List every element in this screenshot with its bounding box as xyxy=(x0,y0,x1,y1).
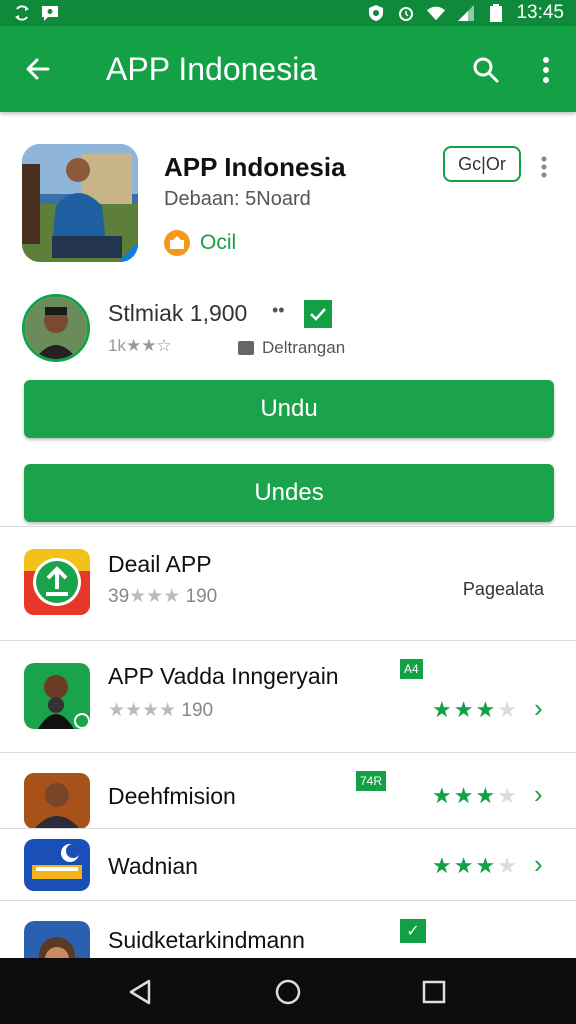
app-icon-item xyxy=(24,663,90,729)
list-item-title: Suidketarkindmann xyxy=(108,927,305,953)
status-right: 13:45 xyxy=(366,2,564,24)
list-item[interactable]: Wadnian ★★★★ › xyxy=(0,828,576,900)
rating-stars: ★★★★ xyxy=(432,783,519,809)
home-circle-icon xyxy=(275,979,301,1005)
list-item-tag: A4 xyxy=(400,659,423,679)
rating-stars: ★★★★ xyxy=(432,853,519,879)
nav-recents-button[interactable] xyxy=(414,972,454,1012)
recents-square-icon xyxy=(422,980,446,1004)
secondary-button[interactable]: Undes xyxy=(24,464,554,522)
app-bar: APP Indonesia xyxy=(0,26,576,112)
star-filled-icon: ★ xyxy=(475,783,498,808)
avatar[interactable] xyxy=(22,294,90,362)
chevron-right-icon[interactable]: › xyxy=(534,779,543,810)
list-item-title: APP Vadda Inngeryain xyxy=(108,663,339,689)
star-filled-icon: ★ xyxy=(453,853,476,878)
star-filled-icon: ★ xyxy=(453,783,476,808)
back-triangle-icon xyxy=(129,979,151,1005)
star-empty-icon: ★ xyxy=(497,783,519,808)
app-icon[interactable] xyxy=(22,144,138,262)
list-item-tag: ✓ xyxy=(400,919,426,943)
star-filled-icon: ★ xyxy=(475,853,498,878)
list-item[interactable]: Deehfmision 74R ★★★★ › xyxy=(0,752,576,829)
badge-row: Ocil xyxy=(164,230,236,256)
list-item-title: Wadnian xyxy=(108,853,198,879)
chevron-right-icon[interactable]: › xyxy=(534,849,543,880)
developer-separator: •• xyxy=(272,300,285,320)
header-action-button[interactable]: Gc|Or xyxy=(443,146,521,182)
header-more-button[interactable] xyxy=(534,150,554,184)
more-vert-icon xyxy=(541,156,547,178)
alarm-icon xyxy=(396,4,416,22)
app-name: APP Indonesia xyxy=(164,152,346,182)
badge-text: Ocil xyxy=(200,231,237,254)
status-time: 13:45 xyxy=(516,2,564,23)
search-button[interactable] xyxy=(464,48,508,92)
developer-stars: 1k★★☆ xyxy=(108,336,172,355)
download-button[interactable]: Undu xyxy=(24,380,554,438)
star-empty-icon: ★ xyxy=(497,697,519,722)
app-icon-item xyxy=(24,773,90,829)
app-icon-item xyxy=(24,921,90,958)
battery-icon xyxy=(486,4,506,22)
developer-row: Stlmiak 1,900 •• 1k★★☆ Deltrangan xyxy=(0,290,576,366)
list-item-title: Deail APP xyxy=(108,551,212,577)
award-icon xyxy=(164,230,190,256)
star-filled-icon: ★ xyxy=(453,697,476,722)
list-item[interactable]: APP Vadda Inngeryain ★★★★ 190 A4 ★★★★ › xyxy=(0,640,576,752)
chevron-right-icon[interactable]: › xyxy=(534,693,543,724)
list-item-action-text[interactable]: Pagealata xyxy=(463,579,544,600)
star-filled-icon: ★ xyxy=(432,853,454,878)
app-list: Deail APP 39★★★ 190 Pagealata APP Vadda … xyxy=(0,526,576,958)
chat-icon xyxy=(40,4,60,22)
list-item-tag: 74R xyxy=(356,771,387,791)
arrow-left-icon xyxy=(26,58,50,80)
status-bar: 13:45 xyxy=(0,0,576,26)
status-left xyxy=(12,4,60,22)
app-bar-title: APP Indonesia xyxy=(106,50,318,87)
star-filled-icon: ★ xyxy=(475,697,498,722)
star-filled-icon: ★ xyxy=(432,783,454,808)
list-item-subtitle: ★★★★ 190 xyxy=(108,700,214,721)
comment-icon xyxy=(238,341,254,355)
developer-name: Stlmiak 1,900 xyxy=(108,300,248,326)
list-item[interactable]: Deail APP 39★★★ 190 Pagealata xyxy=(0,526,576,640)
shield-icon xyxy=(366,4,386,22)
list-item[interactable]: Suidketarkindmann ✓ ★★★★ xyxy=(0,900,576,958)
navigation-bar xyxy=(0,958,576,1024)
signal-icon xyxy=(456,4,476,22)
overflow-menu-button[interactable] xyxy=(526,48,566,92)
nav-home-button[interactable] xyxy=(268,972,308,1012)
star-filled-icon: ★ xyxy=(432,697,454,722)
wifi-icon xyxy=(426,4,446,22)
more-vert-icon xyxy=(543,57,549,83)
app-icon-item xyxy=(24,839,90,891)
list-item-subtitle: 39★★★ 190 xyxy=(108,586,218,607)
download-app-icon xyxy=(24,549,90,615)
sync-icon xyxy=(12,4,32,22)
developer-comment[interactable]: Deltrangan xyxy=(238,338,345,358)
back-button[interactable] xyxy=(0,26,76,112)
search-icon xyxy=(473,57,499,83)
list-item-title: Deehfmision xyxy=(108,783,236,809)
star-empty-icon: ★ xyxy=(497,853,519,878)
nav-back-button[interactable] xyxy=(120,972,160,1012)
verified-check[interactable] xyxy=(304,300,332,328)
check-icon xyxy=(310,308,326,321)
rating-stars: ★★★★ xyxy=(432,697,519,723)
app-header-card: APP Indonesia Debaan: 5Noard Ocil Gc|Or xyxy=(0,126,576,286)
app-subtitle: Debaan: 5Noard xyxy=(164,188,311,210)
comment-text: Deltrangan xyxy=(262,338,346,357)
